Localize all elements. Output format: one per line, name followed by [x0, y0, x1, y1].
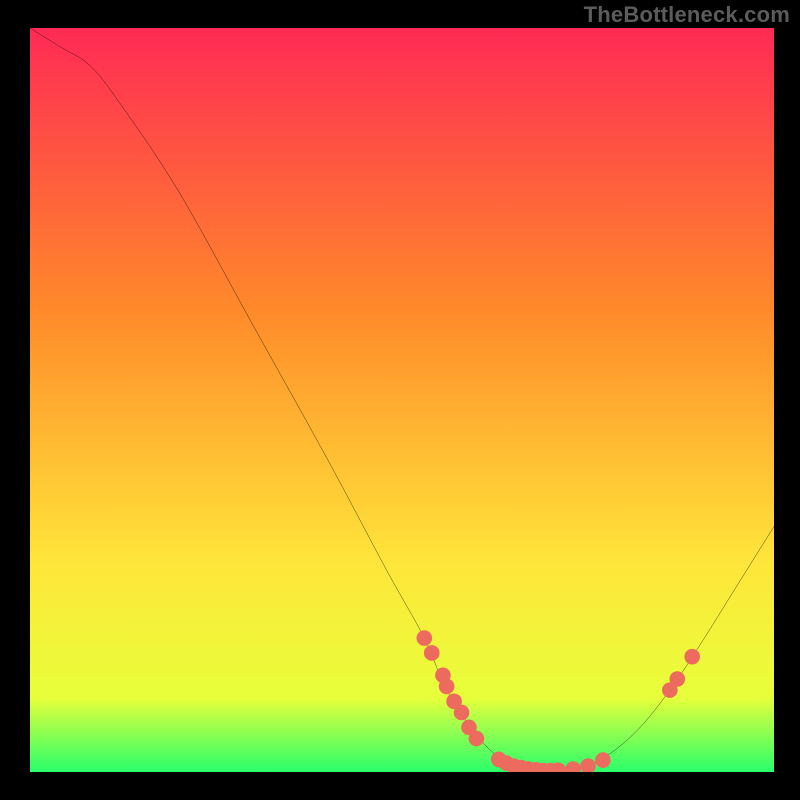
curve-marker	[454, 705, 470, 721]
curve-marker	[417, 630, 433, 646]
curve-marker	[469, 731, 485, 747]
chart-stage: TheBottleneck.com	[0, 0, 800, 800]
curve-marker	[424, 645, 440, 661]
gradient-background	[30, 28, 774, 772]
plot-area	[30, 28, 774, 772]
curve-marker	[684, 649, 700, 665]
curve-marker	[439, 679, 455, 695]
chart-svg	[30, 28, 774, 772]
curve-marker	[595, 752, 611, 768]
curve-marker	[669, 671, 685, 687]
watermark-text: TheBottleneck.com	[584, 2, 790, 28]
